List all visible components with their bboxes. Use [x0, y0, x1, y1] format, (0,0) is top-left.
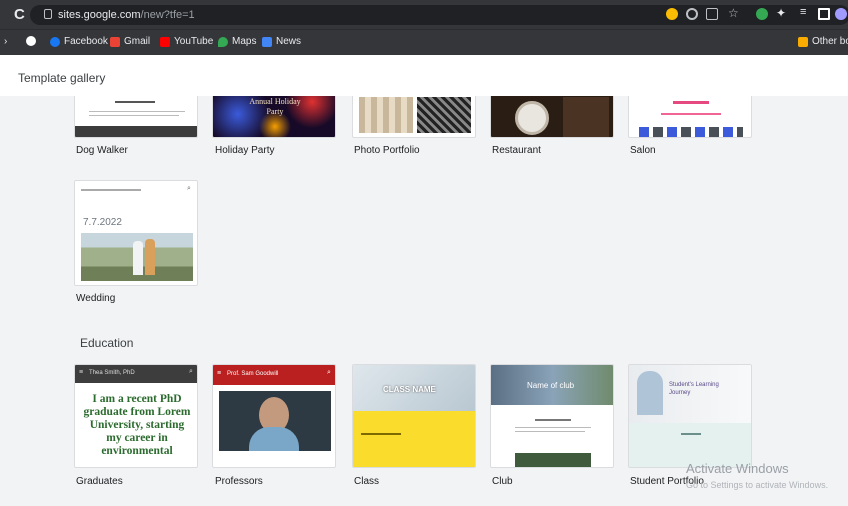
template-card-class[interactable]: CLASS NAME [352, 364, 476, 468]
template-name: Class [354, 476, 380, 487]
template-name: Salon [630, 145, 656, 156]
thumb-title: Student's Learning Journey [669, 382, 719, 396]
template-name: Wedding [76, 293, 116, 304]
bookmark-prev[interactable]: › [4, 36, 7, 47]
template-card-dog-walker[interactable] [74, 96, 198, 138]
template-name: Restaurant [492, 145, 541, 156]
template-name: Graduates [76, 476, 123, 487]
thumb-header: Prof. Sam Goodwill [227, 371, 279, 377]
activate-windows-subtext: Go to Settings to activate Windows. [686, 480, 829, 490]
bookmarks-bar: › Facebook Gmail YouTube Maps News Other… [0, 29, 848, 55]
template-card-restaurant[interactable] [490, 96, 614, 138]
youtube-icon [160, 36, 170, 47]
section-title-education: Education [80, 336, 134, 350]
bookmark-youtube[interactable]: YouTube [160, 36, 213, 47]
extension-icon[interactable] [756, 8, 768, 20]
thumb-header: Thea Smith, PhD [89, 370, 135, 376]
thumb-title: Annual Holiday Party [249, 97, 301, 116]
gmail-icon [110, 36, 120, 47]
bookmark-maps[interactable]: Maps [218, 36, 256, 47]
google-lens-icon[interactable] [666, 8, 678, 20]
share-icon[interactable] [706, 8, 718, 20]
template-card-holiday-party[interactable]: Annual Holiday Party [212, 96, 336, 138]
avatar[interactable] [835, 8, 847, 20]
reading-list-icon[interactable]: ≡ [800, 6, 812, 18]
template-name: Professors [215, 476, 263, 487]
news-icon [262, 36, 272, 47]
template-card-student-portfolio[interactable]: Student's Learning Journey [628, 364, 752, 468]
search-icon[interactable] [686, 8, 698, 20]
maps-icon [218, 36, 228, 47]
template-card-salon[interactable] [628, 96, 752, 138]
activate-windows-watermark: Activate Windows [686, 461, 789, 476]
browser-toolbar: C sites.google.com/new?tfe=1 ☆ ✦ ≡ [0, 0, 848, 29]
menu-icon: ≡ [79, 369, 84, 376]
facebook-icon [50, 36, 60, 47]
template-card-club[interactable]: Name of club [490, 364, 614, 468]
template-name: Holiday Party [215, 145, 275, 156]
template-card-graduates[interactable]: ≡ Thea Smith, PhD ⌕ I am a recent PhD gr… [74, 364, 198, 468]
puzzle-icon[interactable]: ✦ [776, 6, 788, 20]
thumb-text: I am a recent PhD graduate from Lorem Un… [83, 393, 191, 457]
bookmark-gmail[interactable]: Gmail [110, 36, 150, 47]
template-card-photo-portfolio[interactable] [352, 96, 476, 138]
gallery-header [0, 55, 848, 99]
thumb-date: 7.7.2022 [83, 217, 122, 228]
template-card-professors[interactable]: ≡ Prof. Sam Goodwill ⌕ [212, 364, 336, 468]
bookmark-facebook[interactable]: Facebook [50, 36, 108, 47]
template-card-wedding[interactable]: ⌕ 7.7.2022 [74, 180, 198, 286]
lock-icon[interactable] [44, 9, 52, 19]
template-name: Dog Walker [76, 145, 128, 156]
menu-icon: ≡ [217, 370, 222, 377]
other-bookmarks[interactable]: Other bo [798, 36, 848, 47]
search-icon: ⌕ [189, 368, 193, 375]
search-icon: ⌕ [327, 369, 331, 376]
star-icon[interactable]: ☆ [728, 6, 740, 20]
page-title: Template gallery [18, 71, 106, 85]
gallery-content: Dog Walker Annual Holiday Party Holiday … [0, 96, 848, 506]
bookmark-news[interactable]: News [262, 36, 301, 47]
reload-icon[interactable]: C [14, 6, 25, 23]
template-name: Photo Portfolio [354, 145, 420, 156]
thumb-title: CLASS NAME [383, 385, 436, 394]
side-panel-icon[interactable] [818, 8, 830, 20]
search-icon: ⌕ [187, 185, 191, 192]
template-name: Club [492, 476, 513, 487]
thumb-title: Name of club [527, 381, 575, 390]
folder-icon [798, 36, 808, 47]
url-text[interactable]: sites.google.com/new?tfe=1 [58, 9, 195, 21]
bookmark-icon[interactable] [26, 36, 36, 46]
